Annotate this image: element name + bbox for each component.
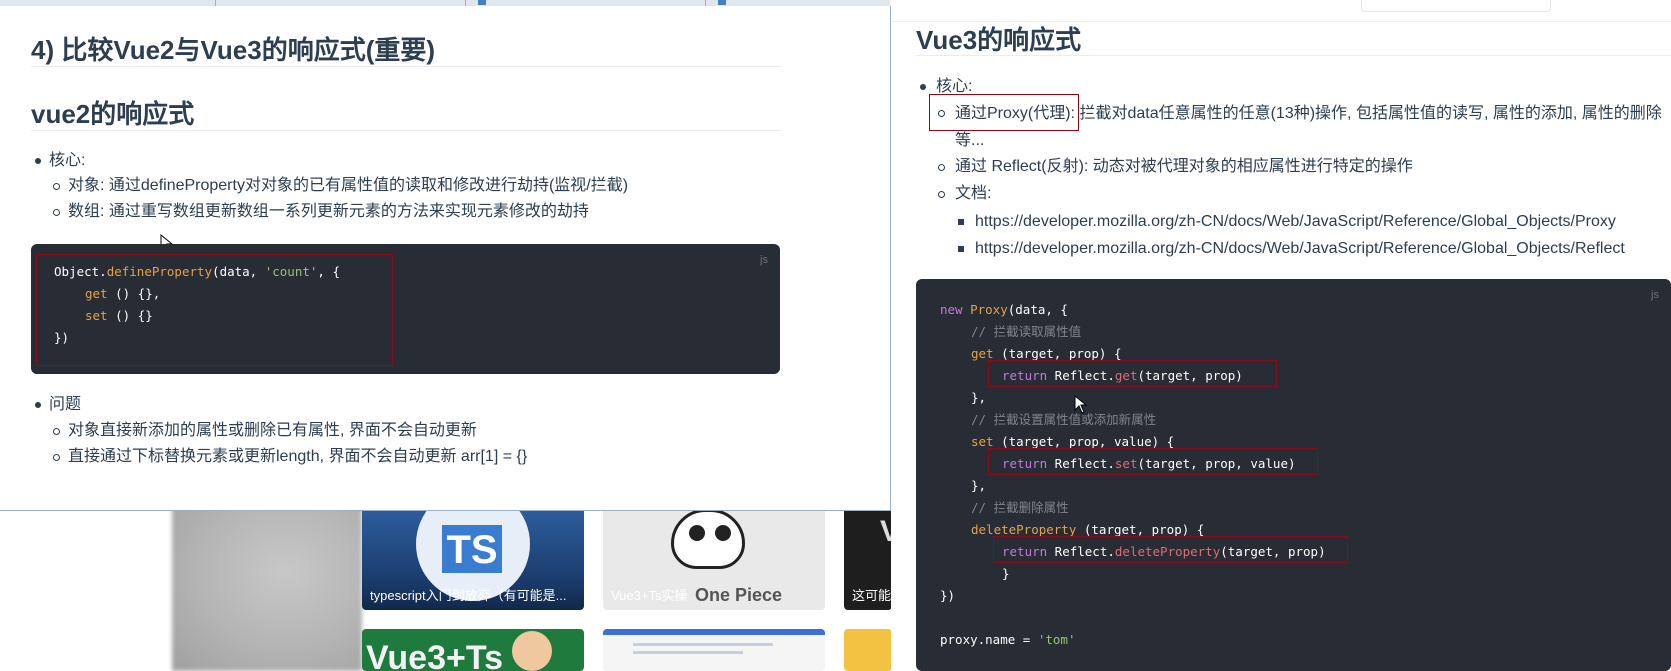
code-comment: // 拦截删除属性 <box>971 500 1069 515</box>
thumbnail-line <box>633 651 743 654</box>
code-line: new Proxy(data, { <box>940 302 1068 318</box>
heading-divider <box>31 130 781 131</box>
doc-link[interactable]: https://developer.mozilla.org/zh-CN/docs… <box>975 212 1616 232</box>
code-token: get <box>971 346 994 361</box>
list-item: 对象直接新添加的属性或删除已有属性, 界面不会自动更新 <box>68 422 477 439</box>
code-lang-label: js <box>760 254 768 266</box>
code-line: }, <box>971 390 987 405</box>
list-bullet <box>53 209 60 216</box>
list-bullet <box>53 183 60 190</box>
thumbnail-caption: Vue3+Ts <box>366 639 504 671</box>
list-item: 数组: 通过重写数组更新数组一系列更新元素的方法来实现元素修改的劫持 <box>68 203 589 220</box>
list-bullet <box>53 428 60 435</box>
list-item: 直接通过下标替换元素或更新length, 界面不会自动更新 arr[1] = {… <box>68 448 528 465</box>
list-item-continuation: 等... <box>955 132 985 149</box>
tab-favicon-icon <box>718 0 726 5</box>
skull-icon <box>671 509 745 569</box>
code-line: } <box>1002 566 1010 581</box>
code-token: (target, prop, value) { <box>993 434 1175 449</box>
vue3-doc-window: Vue3的响应式 核心: 通过Proxy(代理): 拦截对data任意属性的任意… <box>891 0 1671 671</box>
annotation-box <box>929 94 1079 131</box>
skull-eye <box>715 525 731 541</box>
code-line: }, <box>971 478 987 493</box>
code-token: set <box>971 434 994 449</box>
proxy-description: 拦截对data任意属性的任意(13种)操作, 包括属性值的读写, 属性的添加, … <box>1079 105 1662 122</box>
vue2-doc-window: 4) 比较Vue2与Vue3的响应式(重要) vue2的响应式 核心: 对象: … <box>0 6 891 511</box>
thumbnail-caption: One Piece <box>695 585 783 605</box>
code-token: proxy.name = <box>940 632 1038 647</box>
tab-favicon-icon <box>478 0 486 5</box>
code-block: js Object.defineProperty(data, 'count', … <box>31 244 780 374</box>
section-heading: 4) 比较Vue2与Vue3的响应式(重要) <box>31 35 436 65</box>
video-card-title[interactable]: typescript入门到放弃（有可能是... <box>370 585 566 604</box>
video-card[interactable] <box>603 629 825 671</box>
list-item: 对象: 通过defineProperty对对象的已有属性值的读取和修改进行劫持(… <box>68 177 629 194</box>
code-comment: // 拦截读取属性值 <box>971 324 1082 339</box>
vue3-heading: Vue3的响应式 <box>916 25 1082 55</box>
window-top-strip <box>891 0 1671 22</box>
annotation-box <box>988 360 1277 387</box>
code-line: proxy.name = 'tom' <box>940 632 1075 648</box>
ts-logo-text: TS <box>442 525 502 573</box>
video-card[interactable]: Vue3+Ts <box>362 629 584 671</box>
blurred-thumbnail <box>172 505 362 671</box>
list-bullet <box>53 454 60 461</box>
code-token: new <box>940 302 963 317</box>
heading-divider <box>31 66 781 67</box>
list-item: 通过 Reflect(反射): 动态对被代理对象的相应属性进行特定的操作 <box>955 158 1413 175</box>
video-card[interactable]: TS typescript入门到放弃（有可能是... <box>362 505 584 610</box>
video-card-title[interactable]: Vue3+Ts实操 <box>611 585 687 604</box>
presenter-avatar <box>512 631 552 671</box>
annotation-box <box>36 254 393 366</box>
doc-link[interactable]: https://developer.mozilla.org/zh-CN/docs… <box>975 239 1625 259</box>
video-card[interactable]: One Piece Vue3+Ts实操 <box>603 505 825 610</box>
docs-label: 文档: <box>955 185 992 202</box>
list-bullet <box>958 246 964 252</box>
list-bullet <box>35 158 41 164</box>
search-input[interactable] <box>1361 0 1551 12</box>
code-token: (data, { <box>1007 302 1068 317</box>
code-token: (target, prop) { <box>1076 522 1205 537</box>
skull-eye <box>689 525 705 541</box>
list-bullet <box>920 84 926 90</box>
mouse-cursor-icon <box>1074 395 1088 414</box>
annotation-box <box>988 448 1318 475</box>
code-comment: // 拦截设置属性值或添加新属性 <box>971 412 1157 427</box>
code-block: js new Proxy(data, { // 拦截读取属性值 get (tar… <box>916 279 1671 671</box>
video-card[interactable]: V 这可能 <box>844 505 892 610</box>
problem-label: 问题 <box>49 396 82 413</box>
list-bullet <box>938 164 945 171</box>
vue2-heading: vue2的响应式 <box>31 99 195 129</box>
video-card-title[interactable]: 这可能 <box>852 585 891 604</box>
thumbnail-line <box>633 643 773 646</box>
list-bullet <box>35 402 41 408</box>
code-token: 'tom' <box>1037 632 1076 647</box>
code-token: Proxy <box>970 302 1008 317</box>
annotation-box <box>993 536 1348 563</box>
list-bullet <box>958 219 964 225</box>
video-card[interactable] <box>844 629 892 671</box>
list-bullet <box>938 191 945 198</box>
code-lang-label: js <box>1651 289 1659 301</box>
code-token: deleteProperty <box>971 522 1077 537</box>
code-line: }) <box>940 588 956 603</box>
heading-divider <box>916 55 1671 56</box>
core-label: 核心: <box>49 152 86 169</box>
code-token: (target, prop) { <box>993 346 1122 361</box>
